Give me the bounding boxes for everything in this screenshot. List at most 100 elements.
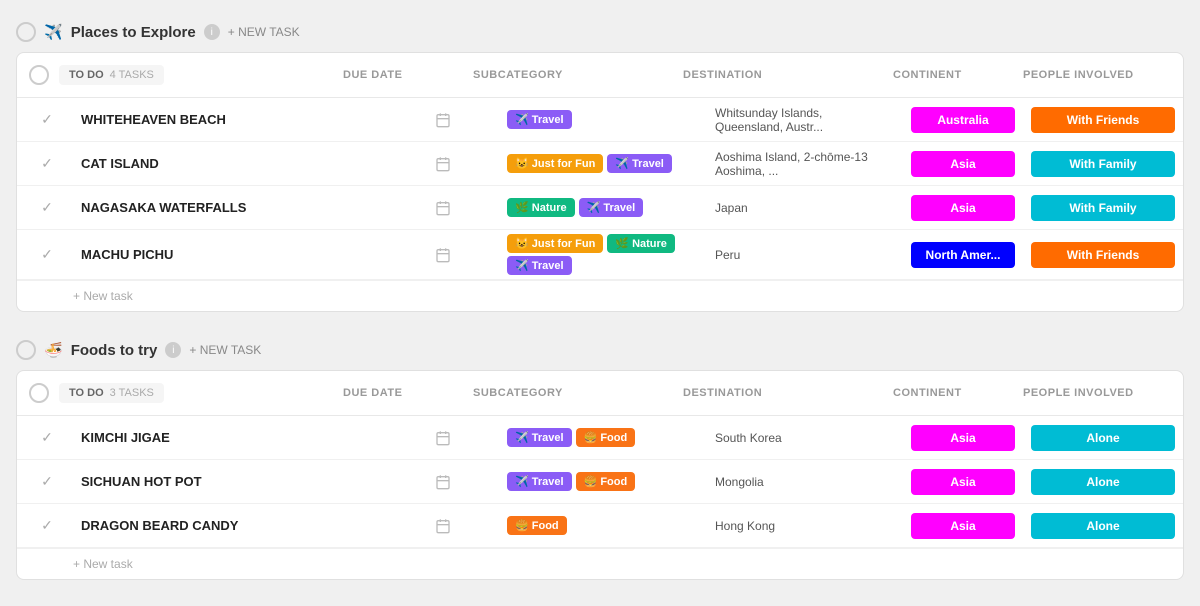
people-badge: With Friends [1031, 242, 1175, 268]
tasks-count: 3 TASKS [110, 387, 154, 399]
info-icon[interactable]: i [165, 342, 181, 358]
task-check[interactable]: ✓ [17, 111, 77, 128]
task-people: With Friends [1023, 238, 1183, 272]
task-people: With Friends [1023, 103, 1183, 137]
task-check[interactable]: ✓ [17, 246, 77, 263]
task-check[interactable]: ✓ [17, 199, 77, 216]
continent-badge: North Amer... [911, 242, 1015, 268]
people-badge: Alone [1031, 425, 1175, 451]
tag-nature: 🌿 Nature [507, 198, 575, 217]
table-row: ✓CAT ISLAND😺 Just for Fun✈️ TravelAoshim… [17, 142, 1183, 186]
tag-travel: ✈️ Travel [579, 198, 644, 217]
task-continent: Asia [903, 191, 1023, 225]
task-people: Alone [1023, 509, 1183, 543]
col-header-subcategory: SUBCATEGORY [461, 61, 661, 89]
col-header-continent: CONTINENT [881, 379, 1001, 407]
section-collapse-btn[interactable] [29, 65, 49, 85]
task-continent: Asia [903, 465, 1023, 499]
task-destination: Mongolia [703, 471, 903, 493]
todo-label: TO DO [69, 69, 104, 81]
group-icon: 🍜 [44, 341, 63, 359]
task-name: NAGASAKA WATERFALLS [77, 192, 383, 223]
task-subcategory: 🌿 Nature✈️ Travel [503, 194, 703, 221]
task-people: With Family [1023, 191, 1183, 225]
new-task-row[interactable]: + New task [17, 548, 1183, 579]
people-badge: Alone [1031, 513, 1175, 539]
people-badge: With Family [1031, 195, 1175, 221]
task-name: KIMCHI JIGAE [77, 422, 383, 453]
task-due-date[interactable] [383, 430, 503, 446]
task-destination: Peru [703, 244, 903, 266]
task-check[interactable]: ✓ [17, 473, 77, 490]
group-title: Foods to try [71, 342, 158, 359]
task-due-date[interactable] [383, 156, 503, 172]
task-subcategory: 😺 Just for Fun🌿 Nature✈️ Travel [503, 230, 703, 279]
continent-badge: Asia [911, 151, 1015, 177]
task-check[interactable]: ✓ [17, 429, 77, 446]
task-name: MACHU PICHU [77, 239, 383, 270]
tag-travel: ✈️ Travel [507, 110, 572, 129]
tag-food: 🍔 Food [576, 472, 636, 491]
group-places: ✈️ Places to Explore i + NEW TASK TO DO 4 TAS… [0, 10, 1200, 312]
tag-fun: 😺 Just for Fun [507, 234, 603, 253]
task-due-date[interactable] [383, 474, 503, 490]
continent-badge: Asia [911, 195, 1015, 221]
group-new-task-btn[interactable]: + NEW TASK [189, 343, 261, 357]
col-header-destination: DESTINATION [671, 379, 871, 407]
people-badge: Alone [1031, 469, 1175, 495]
group-new-task-btn[interactable]: + NEW TASK [228, 25, 300, 39]
task-destination: Aoshima Island, 2-chōme-13 Aoshima, ... [703, 146, 903, 182]
group-title: Places to Explore [71, 24, 196, 41]
task-continent: Asia [903, 421, 1023, 455]
task-check[interactable]: ✓ [17, 155, 77, 172]
people-badge: With Family [1031, 151, 1175, 177]
task-people: With Family [1023, 147, 1183, 181]
people-badge: With Friends [1031, 107, 1175, 133]
col-header-due-date: DUE DATE [331, 379, 451, 407]
table-row: ✓WHITEHEAVEN BEACH✈️ TravelWhitsunday Is… [17, 98, 1183, 142]
todo-header-row: TO DO4 TASKSDUE DATESUBCATEGORYDESTINATI… [17, 53, 1183, 98]
task-due-date[interactable] [383, 247, 503, 263]
continent-badge: Asia [911, 469, 1015, 495]
section-collapse-btn[interactable] [29, 383, 49, 403]
group-icon: ✈️ [44, 23, 63, 41]
task-due-date[interactable] [383, 200, 503, 216]
continent-badge: Asia [911, 513, 1015, 539]
task-people: Alone [1023, 465, 1183, 499]
task-due-date[interactable] [383, 518, 503, 534]
task-name: DRAGON BEARD CANDY [77, 510, 383, 541]
continent-badge: Asia [911, 425, 1015, 451]
table-row: ✓MACHU PICHU 😺 Just for Fun🌿 Nature✈️ Tra… [17, 230, 1183, 280]
task-destination: South Korea [703, 427, 903, 449]
info-icon[interactable]: i [204, 24, 220, 40]
task-name: CAT ISLAND [77, 148, 383, 179]
task-subcategory: ✈️ Travel🍔 Food [503, 424, 703, 451]
group-collapse-btn[interactable] [16, 22, 36, 42]
tag-travel: ✈️ Travel [507, 428, 572, 447]
task-table: TO DO4 TASKSDUE DATESUBCATEGORYDESTINATI… [16, 52, 1184, 312]
tasks-count: 4 TASKS [110, 69, 154, 81]
task-table: TO DO3 TASKS DUE DATE SUBCATEGORY DESTINATI… [16, 370, 1184, 580]
page: ✈️ Places to Explore i + NEW TASK TO DO 4 TAS… [0, 0, 1200, 606]
col-header-people-involved: PEOPLE INVOLVED [1011, 61, 1171, 89]
table-row: ✓DRAGON BEARD CANDY 🍔 Food Hong Kong Asia Al… [17, 504, 1183, 548]
continent-badge: Australia [911, 107, 1015, 133]
task-check[interactable]: ✓ [17, 517, 77, 534]
tag-travel: ✈️ Travel [507, 472, 572, 491]
task-subcategory: ✈️ Travel [503, 106, 703, 133]
task-continent: Asia [903, 147, 1023, 181]
group-collapse-btn[interactable] [16, 340, 36, 360]
tag-food: 🍔 Food [507, 516, 567, 535]
task-destination: Japan [703, 197, 903, 219]
task-destination: Hong Kong [703, 515, 903, 537]
group-foods: 🍜 Foods to try i + NEW TASK TO DO3 TASKS DUE … [0, 328, 1200, 580]
task-due-date[interactable] [383, 112, 503, 128]
col-header-people-involved: PEOPLE INVOLVED [1011, 379, 1171, 407]
todo-status-badge: TO DO 4 TASKS [59, 65, 164, 85]
col-header-subcategory: SUBCATEGORY [461, 379, 661, 407]
tag-nature: 🌿 Nature [607, 234, 675, 253]
tag-food: 🍔 Food [576, 428, 636, 447]
new-task-row[interactable]: + New task [17, 280, 1183, 311]
todo-status-badge: TO DO3 TASKS [59, 383, 164, 403]
task-name: WHITEHEAVEN BEACH [77, 104, 383, 135]
